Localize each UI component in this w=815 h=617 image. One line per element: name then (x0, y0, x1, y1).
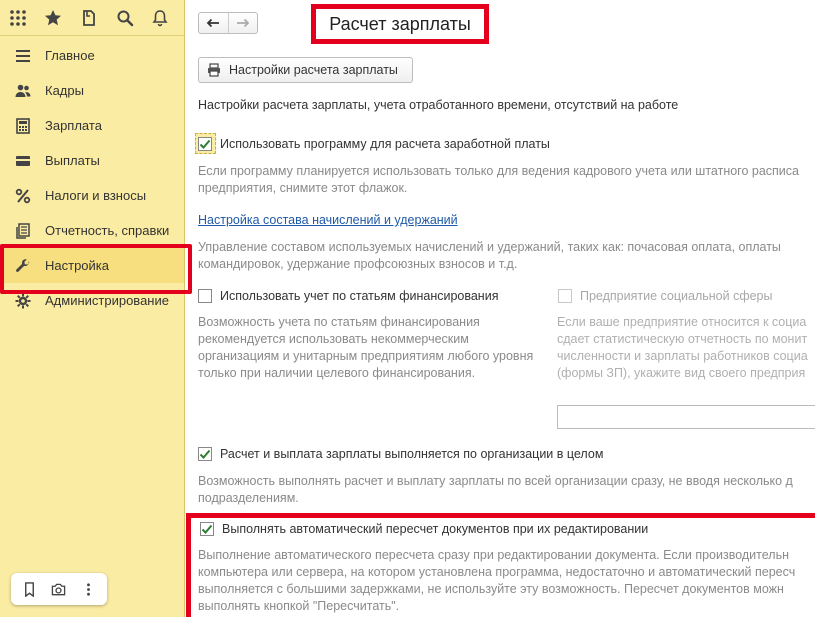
financing-hint-2: рекомендуется использовать некоммерчески… (198, 332, 469, 346)
social-hint-4: (формы ЗП), укажите вид своего предприя (557, 366, 806, 380)
intro-text: Настройки расчета зарплаты, учета отрабо… (198, 98, 679, 112)
printer-icon (208, 63, 220, 77)
sidebar-item-admin[interactable]: Администрирование (0, 283, 184, 318)
sidebar-item-staff[interactable]: Кадры (0, 73, 184, 108)
top-toolbar (0, 0, 184, 36)
org-whole-hint-2: подразделениям. (198, 491, 299, 505)
calculator-icon (14, 117, 32, 135)
sidebar-item-label: Зарплата (45, 118, 102, 133)
financing-row: Использовать учет по статьям финансирова… (198, 289, 498, 303)
page-title-highlight: Расчет зарплаты (311, 4, 489, 44)
sidebar-item-label: Налоги и взносы (45, 188, 147, 203)
bottom-toolbar (11, 573, 107, 605)
sidebar-item-reports[interactable]: Отчетность, справки (0, 213, 184, 248)
apps-grid-icon[interactable] (6, 5, 30, 30)
back-button[interactable] (199, 13, 229, 33)
forward-button[interactable] (229, 13, 258, 33)
more-vertical-icon[interactable] (76, 577, 100, 601)
people-icon (14, 82, 32, 100)
social-hint-3: численности и зарплаты работников социа (557, 349, 808, 363)
checkmark-icon (201, 524, 213, 534)
sidebar-item-settings[interactable]: Настройка (0, 248, 184, 283)
financing-hint-1: Возможность учета по статьям финансирова… (198, 315, 480, 329)
financing-hint-3: организациям и унитарным предприятиям лю… (198, 349, 534, 363)
financing-checkbox[interactable] (198, 289, 212, 303)
main-content: Расчет зарплаты Настройки расчета зарпла… (186, 0, 815, 617)
sidebar-item-label: Выплаты (45, 153, 100, 168)
star-icon[interactable] (42, 5, 66, 30)
org-whole-checkbox[interactable] (198, 447, 212, 461)
menu-lines-icon (14, 47, 32, 65)
accruals-hint-1: Управление составом используемых начисле… (198, 240, 781, 254)
camera-icon[interactable] (47, 577, 71, 601)
use-program-hint-2: предприятия, снимите этот флажок. (198, 181, 408, 195)
sidebar-menu: Главное Кадры Зарплата Выплаты Налоги и … (0, 36, 184, 318)
checkmark-icon (199, 449, 211, 459)
wallet-icon (14, 152, 32, 170)
arrow-left-icon (206, 18, 220, 28)
checkmark-icon (199, 139, 211, 149)
use-program-checkbox[interactable] (198, 137, 212, 151)
salary-settings-button[interactable]: Настройки расчета зарплаты (198, 57, 413, 83)
sidebar-item-label: Главное (45, 48, 95, 63)
sidebar-item-payments[interactable]: Выплаты (0, 143, 184, 178)
auto-recalc-hint-1: Выполнение автоматического пересчета сра… (198, 548, 789, 562)
reports-icon (14, 222, 32, 240)
search-icon[interactable] (113, 5, 137, 30)
auto-recalc-label[interactable]: Выполнять автоматический пересчет докуме… (222, 522, 648, 536)
social-hint-1: Если ваше предприятие относится к социа (557, 315, 807, 329)
social-hint-2: сдает статистическую отчетность по монит (557, 332, 808, 346)
salary-settings-button-label: Настройки расчета зарплаты (229, 63, 398, 77)
auto-recalc-checkbox[interactable] (200, 522, 214, 536)
financing-label[interactable]: Использовать учет по статьям финансирова… (220, 289, 498, 303)
social-label[interactable]: Предприятие социальной сферы (580, 289, 773, 303)
page-title: Расчет зарплаты (329, 13, 471, 34)
org-whole-hint-1: Возможность выполнять расчет и выплату з… (198, 474, 793, 488)
auto-recalc-row: Выполнять автоматический пересчет докуме… (200, 522, 648, 536)
arrow-right-icon (236, 18, 250, 28)
sidebar-item-label: Отчетность, справки (45, 223, 170, 238)
sidebar-item-label: Кадры (45, 83, 84, 98)
use-program-label[interactable]: Использовать программу для расчета зараб… (220, 137, 550, 151)
history-icon[interactable] (77, 5, 101, 30)
auto-recalc-hint-4: выполнять кнопкой "Пересчитать". (198, 599, 400, 613)
sidebar: Главное Кадры Зарплата Выплаты Налоги и … (0, 0, 185, 617)
bookmark-icon[interactable] (18, 577, 42, 601)
use-program-hint-1: Если программу планируется использовать … (198, 164, 799, 178)
sidebar-item-main[interactable]: Главное (0, 38, 184, 73)
sidebar-item-label: Администрирование (45, 293, 169, 308)
financing-hint-4: только при наличии целевого финансирован… (198, 366, 476, 380)
wrench-icon (14, 257, 32, 275)
bell-icon[interactable] (148, 5, 172, 30)
social-checkbox[interactable] (558, 289, 572, 303)
sidebar-item-taxes[interactable]: Налоги и взносы (0, 178, 184, 213)
sidebar-item-salary[interactable]: Зарплата (0, 108, 184, 143)
org-whole-label[interactable]: Расчет и выплата зарплаты выполняется по… (220, 447, 603, 461)
history-navigation (198, 12, 258, 34)
sidebar-item-label: Настройка (45, 258, 109, 273)
social-row: Предприятие социальной сферы (558, 289, 773, 303)
accruals-hint-2: командировок, удержание профсоюзных взно… (198, 257, 518, 271)
org-whole-row: Расчет и выплата зарплаты выполняется по… (198, 447, 603, 461)
gear-icon (14, 292, 32, 310)
enterprise-type-input[interactable] (557, 405, 815, 429)
auto-recalc-hint-2: компьютера или сервера, на котором устан… (198, 565, 796, 579)
auto-recalc-hint-3: выполняется с большими задержками, не ис… (198, 582, 784, 596)
accruals-settings-link[interactable]: Настройка состава начислений и удержаний (198, 213, 458, 227)
use-program-row: Использовать программу для расчета зараб… (198, 137, 550, 151)
percent-icon (14, 187, 32, 205)
